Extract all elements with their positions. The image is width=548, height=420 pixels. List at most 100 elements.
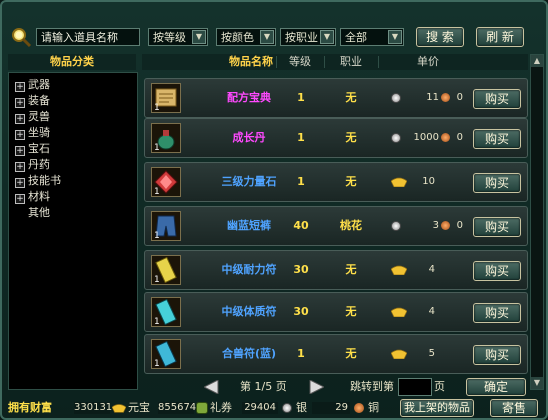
item-level: 1: [297, 131, 305, 144]
item-profession: 桃花: [340, 219, 362, 232]
expand-plus-icon[interactable]: +: [15, 114, 25, 124]
auction-window: 请输入道具名称 按等级 ▼ 按颜色 ▼ 按职业 ▼ 全部 ▼ 搜 索 刷 新 物…: [0, 0, 548, 420]
buy-button[interactable]: 购买: [473, 89, 521, 109]
silver-amount: 29404: [242, 402, 278, 414]
scrollbar[interactable]: ▲ ▼: [530, 54, 544, 390]
chevron-down-icon[interactable]: ▼: [260, 30, 274, 44]
profession-filter-dropdown[interactable]: 按职业 ▼: [280, 28, 336, 46]
search-icon: [12, 28, 32, 48]
gold-ingot-icon: [391, 177, 407, 187]
constitution-talisman-icon: 1: [151, 297, 181, 327]
search-button[interactable]: 搜 索: [416, 27, 464, 47]
price-silver: 3: [432, 220, 439, 231]
buy-button[interactable]: 购买: [473, 173, 521, 193]
item-name: 中级体质符: [221, 305, 277, 318]
table-row[interactable]: 1 中级耐力符 30 无 4 购买: [144, 250, 528, 290]
category-header: 物品分类: [8, 54, 136, 70]
item-profession: 无: [345, 131, 357, 144]
category-tree: + 武器 + 装备 + 灵兽 + 坐骑 + 宝石 + 丹药 + 技能书 + 材料 其他: [8, 72, 138, 390]
buy-button[interactable]: 购买: [473, 261, 521, 281]
column-header-profession: 职业: [340, 55, 362, 68]
scope-filter-dropdown[interactable]: 全部 ▼: [340, 28, 404, 46]
category-label: 武器: [28, 78, 50, 91]
buy-button[interactable]: 购买: [473, 303, 521, 323]
item-level: 1: [297, 347, 305, 360]
buy-button[interactable]: 购买: [473, 345, 521, 365]
gold-ingot-icon: [391, 349, 407, 359]
previous-page-icon[interactable]: [204, 380, 224, 394]
table-row[interactable]: 1 幽蓝短裤 40 桃花 3 0 购买: [144, 206, 528, 246]
category-label: 坐骑: [28, 126, 50, 139]
item-table-header: 物品名称 等级 职业 单价: [142, 54, 528, 70]
category-item-mount[interactable]: + 坐骑: [15, 125, 50, 141]
category-label: 技能书: [28, 174, 61, 187]
color-filter-value: 按颜色: [221, 31, 254, 44]
silver-coin-icon: [391, 221, 401, 231]
wealth-label: 拥有财富: [8, 401, 52, 414]
level-filter-dropdown[interactable]: 按等级 ▼: [148, 28, 208, 46]
category-item-equipment[interactable]: + 装备: [15, 93, 50, 109]
next-page-icon[interactable]: [304, 380, 324, 394]
item-profession: 无: [345, 91, 357, 104]
buy-button[interactable]: 购买: [473, 129, 521, 149]
sell-button[interactable]: 寄售: [490, 399, 538, 417]
expand-plus-icon[interactable]: +: [15, 98, 25, 108]
endurance-talisman-icon: 1: [151, 255, 181, 285]
category-item-skill-book[interactable]: + 技能书: [15, 173, 61, 189]
scroll-down-icon[interactable]: ▼: [531, 377, 543, 389]
stack-count: 1: [154, 103, 160, 113]
search-input[interactable]: 请输入道具名称: [36, 28, 140, 46]
scope-filter-value: 全部: [345, 31, 367, 44]
column-header-level: 等级: [289, 55, 311, 68]
coupon-label: 礼券: [210, 401, 232, 414]
category-item-material[interactable]: + 材料: [15, 189, 50, 205]
refresh-button[interactable]: 刷 新: [476, 27, 524, 47]
category-label: 灵兽: [28, 110, 50, 123]
table-row[interactable]: 1 三级力量石 1 无 10 购买: [144, 162, 528, 202]
item-level: 40: [293, 219, 309, 232]
price-copper: 0: [456, 132, 463, 143]
expand-plus-icon[interactable]: +: [15, 146, 25, 156]
chevron-down-icon[interactable]: ▼: [192, 30, 206, 44]
buy-button[interactable]: 购买: [473, 217, 521, 237]
color-filter-dropdown[interactable]: 按颜色 ▼: [216, 28, 276, 46]
item-level: 30: [293, 263, 309, 276]
table-row[interactable]: 1 成长丹 1 无 1000 0 购买: [144, 118, 528, 158]
silver-coin-icon: [391, 93, 401, 103]
scroll-book-icon: 1: [151, 83, 181, 113]
chevron-down-icon[interactable]: ▼: [320, 30, 334, 44]
table-row[interactable]: 1 中级体质符 30 无 4 购买: [144, 292, 528, 332]
expand-plus-icon[interactable]: +: [15, 194, 25, 204]
category-item-pill[interactable]: + 丹药: [15, 157, 50, 173]
category-item-spirit-beast[interactable]: + 灵兽: [15, 109, 50, 125]
price-yuanbao: 4: [428, 264, 435, 275]
chevron-down-icon[interactable]: ▼: [388, 30, 402, 44]
item-profession: 无: [345, 175, 357, 188]
scroll-up-icon[interactable]: ▲: [531, 55, 543, 67]
expand-plus-icon[interactable]: +: [15, 130, 25, 140]
copper-coin-icon: [441, 93, 450, 102]
item-name: 合兽符(蓝): [221, 347, 277, 360]
price-silver: 1000: [413, 132, 439, 143]
item-level: 30: [293, 305, 309, 318]
category-item-weapon[interactable]: + 武器: [15, 77, 50, 93]
expand-plus-icon[interactable]: +: [15, 178, 25, 188]
my-listed-items-button[interactable]: 我上架的物品: [400, 399, 474, 417]
stack-count: 1: [154, 359, 160, 369]
confirm-button[interactable]: 确定: [466, 378, 526, 396]
expand-plus-icon[interactable]: +: [15, 162, 25, 172]
item-name: 中级耐力符: [221, 263, 277, 276]
page-jump-input[interactable]: [398, 378, 432, 396]
table-row[interactable]: 1 配方宝典 1 无 11 0 购买: [144, 78, 528, 118]
blue-shorts-icon: 1: [151, 211, 181, 241]
category-label: 丹药: [28, 158, 50, 171]
stack-count: 1: [154, 231, 160, 241]
price-silver: 11: [426, 92, 439, 103]
category-item-gem[interactable]: + 宝石: [15, 141, 50, 157]
item-name: 幽蓝短裤: [227, 219, 271, 232]
item-name: 成长丹: [232, 131, 266, 144]
table-row[interactable]: 1 合兽符(蓝) 1 无 5 购买: [144, 334, 528, 374]
category-item-other[interactable]: 其他: [28, 205, 50, 221]
price-copper: 0: [456, 220, 463, 231]
expand-plus-icon[interactable]: +: [15, 82, 25, 92]
